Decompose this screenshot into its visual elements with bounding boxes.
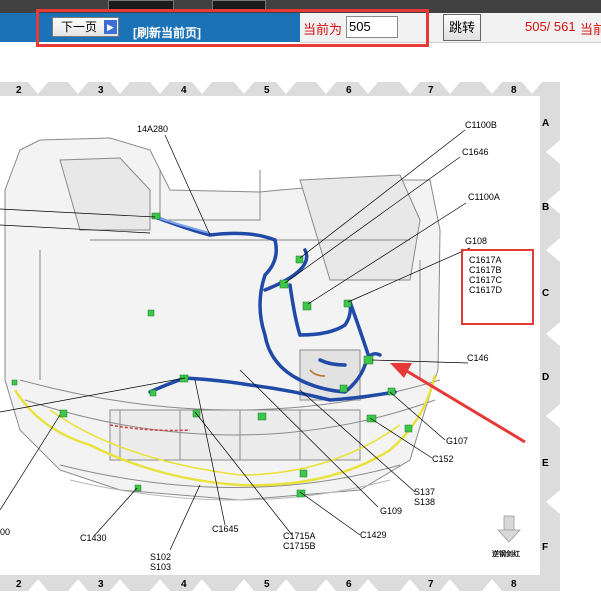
vehicle-body-outline — [4, 137, 441, 501]
connector-label: C1430 — [80, 533, 107, 543]
download-label: 逆钢剑红 — [492, 551, 520, 558]
col-label: 2 — [16, 85, 22, 96]
connector-label: C1715A — [283, 531, 316, 541]
connector-label: C1646 — [462, 147, 489, 157]
connector-label: G109 — [380, 506, 402, 516]
connector-label: C1100B — [465, 120, 497, 130]
col-label: 7 — [428, 579, 434, 590]
col-label: 6 — [346, 579, 352, 590]
col-label: 8 — [511, 579, 517, 590]
toolbar-highlight-box — [36, 9, 429, 47]
row-label: E — [542, 458, 549, 469]
connector-label: C1645 — [212, 524, 239, 534]
connector-label: C1429 — [360, 530, 387, 540]
connector-label: G107 — [446, 436, 468, 446]
col-label: 3 — [98, 579, 104, 590]
connector-label: C146 — [467, 353, 489, 363]
connector-label: G108 — [465, 236, 487, 246]
connector-label: 14A280 — [137, 124, 168, 134]
connector-label: C1100A — [468, 192, 500, 202]
col-label: 2 — [16, 579, 22, 590]
connector-label: C1715B — [283, 541, 316, 551]
row-label: A — [542, 118, 549, 129]
page-count-truncated: 当前 — [580, 22, 601, 37]
connector-label: S102 — [150, 552, 171, 562]
connector-label: C152 — [432, 454, 454, 464]
row-label: C — [542, 288, 549, 299]
col-label: 4 — [181, 85, 187, 96]
page-count: 505/ 561 — [525, 19, 576, 34]
down-arrow-icon[interactable] — [497, 515, 521, 543]
jump-button[interactable]: 跳转 — [443, 14, 481, 41]
connector-label: S103 — [150, 562, 171, 572]
row-label: F — [542, 542, 548, 553]
connector-label: 00 — [0, 527, 10, 537]
col-label: 6 — [346, 85, 352, 96]
connector-label: S137 — [414, 487, 435, 497]
col-label: 5 — [264, 85, 270, 96]
col-label: 8 — [511, 85, 517, 96]
col-label: 7 — [428, 85, 434, 96]
connector-label: S138 — [414, 497, 435, 507]
connector-highlight-text: C1617A C1617B C1617C C1617D — [469, 255, 503, 295]
row-label: D — [542, 372, 549, 383]
col-label: 5 — [264, 579, 270, 590]
wiring-diagram: 2 3 4 5 6 7 8 2 3 4 5 6 7 8 A B C D E F — [0, 82, 560, 591]
col-label: 4 — [181, 579, 187, 590]
row-label: B — [542, 202, 549, 213]
col-label: 3 — [98, 85, 104, 96]
